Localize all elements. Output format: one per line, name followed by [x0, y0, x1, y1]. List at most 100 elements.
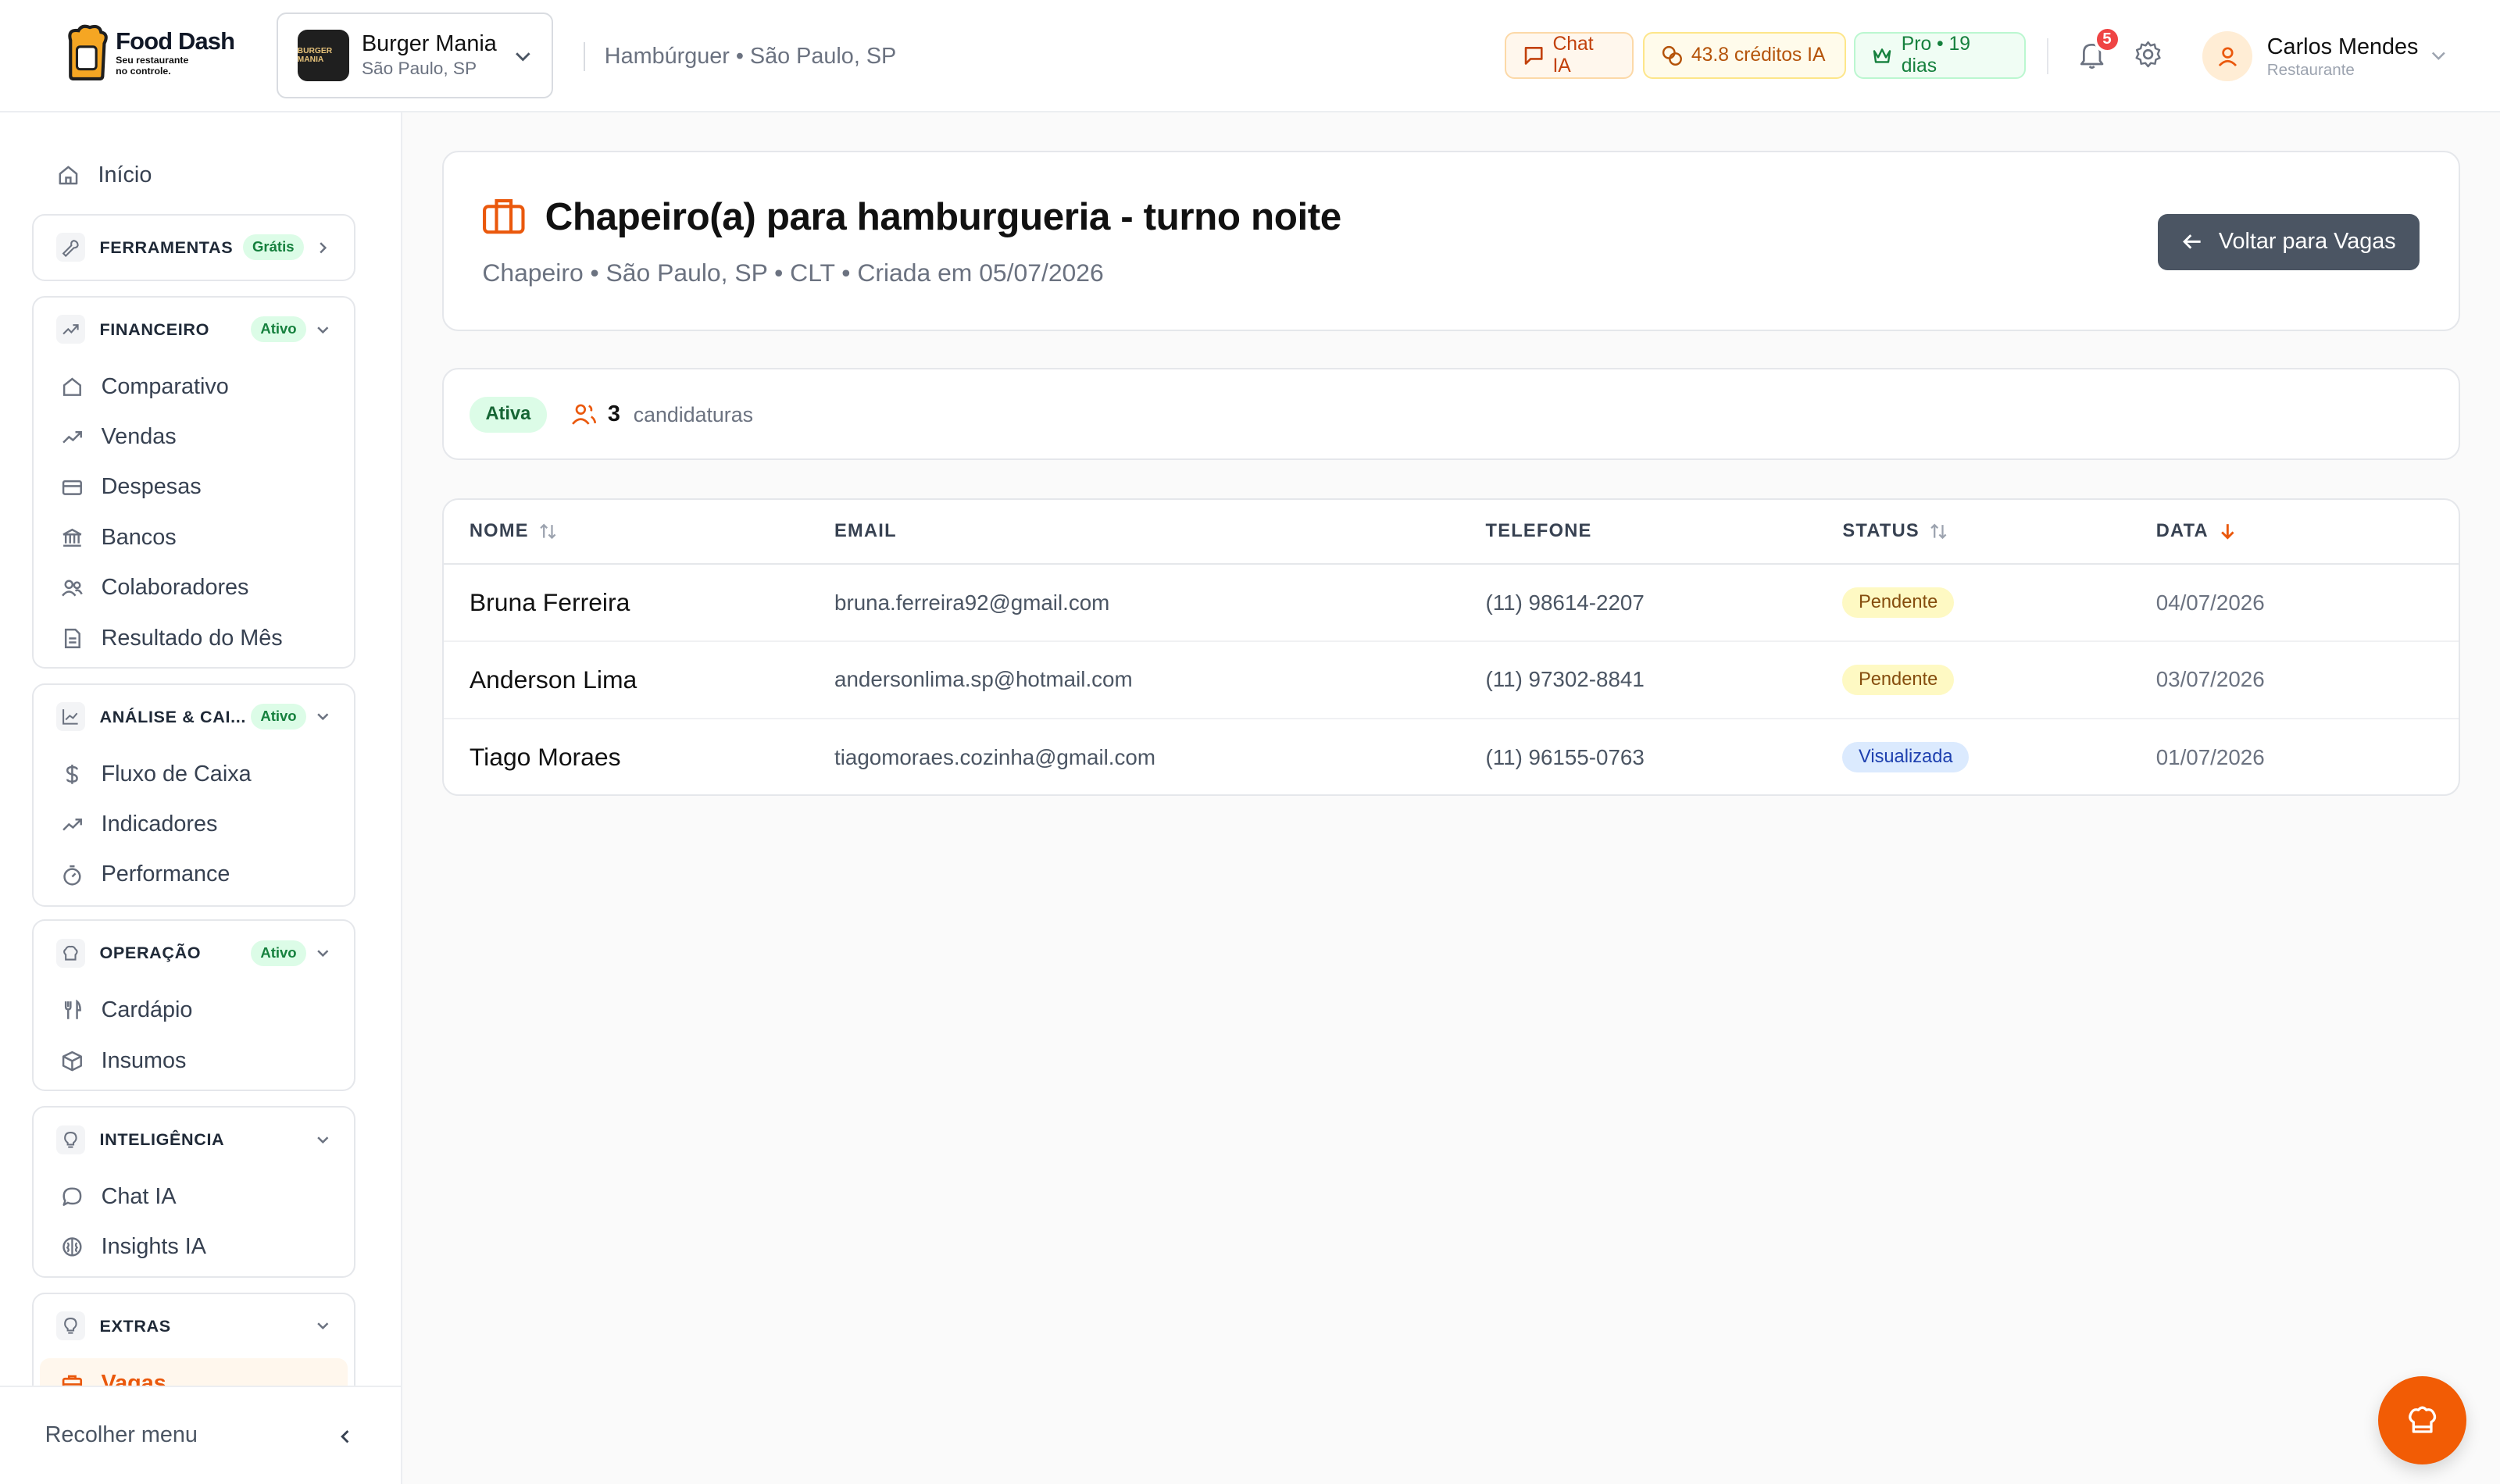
applicant-email: andersonlima.sp@hotmail.com	[834, 641, 1486, 719]
home-icon	[59, 166, 78, 185]
group-header-inteligencia[interactable]: INTELIGÊNCIA	[34, 1108, 354, 1172]
application-date: 04/07/2026	[2155, 564, 2459, 643]
sidebar-item-label: Comparativo	[101, 373, 229, 399]
status-badge: Grátis	[242, 234, 304, 261]
chat-ia-button[interactable]: Chat IA	[1505, 32, 1634, 79]
user-role: Restaurante	[2266, 60, 2355, 79]
sidebar-item-resultado[interactable]: Resultado do Mês	[34, 613, 354, 663]
status-badge: Ativo	[250, 316, 306, 343]
column-label: DATA	[2155, 521, 2209, 542]
group-label: FERRAMENTAS	[99, 237, 234, 257]
breadcrumb-divider	[584, 41, 586, 71]
sidebar-item-fluxo-caixa[interactable]: Fluxo de Caixa	[34, 749, 354, 799]
app-root: Food Dash Seu restaurante no controle. B…	[0, 0, 2500, 1484]
sidebar-item-despesas[interactable]: Despesas	[34, 462, 354, 512]
column-header-name[interactable]: NOME	[470, 521, 558, 542]
store-selector[interactable]: BURGER MANIA Burger Mania São Paulo, SP	[276, 12, 553, 98]
column-header-date[interactable]: DATA	[2156, 521, 2238, 542]
chevron-down-icon	[515, 52, 530, 62]
collapse-menu-button[interactable]: Recolher menu	[0, 1385, 401, 1484]
sidebar-item-bancos[interactable]: Bancos	[34, 512, 354, 562]
chevron-left-icon	[341, 1430, 349, 1443]
applications-count: 3	[607, 401, 620, 427]
job-status-badge: Ativa	[469, 397, 547, 433]
sidebar-item-label: Resultado do Mês	[101, 625, 283, 651]
users-icon	[571, 405, 596, 426]
sidebar-group-operacao: OPERAÇÃO Ativo Cardápio Insumos	[32, 919, 355, 1092]
gear-icon[interactable]	[2132, 38, 2164, 70]
file-text-icon	[65, 628, 81, 648]
sidebar-item-label: Início	[98, 162, 152, 187]
sidebar-item-indicadores[interactable]: Indicadores	[34, 799, 354, 849]
sidebar-item-vendas[interactable]: Vendas	[34, 412, 354, 462]
ai-credits-label: 43.8 créditos IA	[1691, 44, 1826, 66]
user-menu[interactable]: Carlos Mendes Restaurante	[2202, 29, 2459, 84]
applicant-phone: (11) 96155-0763	[1485, 744, 1645, 769]
column-label: STATUS	[1842, 521, 1920, 542]
brand-logo[interactable]: Food Dash Seu restaurante no controle.	[64, 24, 235, 82]
assistant-fab-button[interactable]	[2377, 1375, 2466, 1464]
applicant-email: tiagomoraes.cozinha@gmail.com	[834, 744, 1155, 769]
home-icon	[63, 377, 82, 396]
table-row[interactable]: Anderson Lima andersonlima.sp@hotmail.co…	[443, 641, 2459, 719]
sidebar-item-label: Insights IA	[101, 1234, 207, 1260]
group-header-tools[interactable]: FERRAMENTAS Grátis	[34, 216, 354, 280]
applicant-name: Tiago Moraes	[469, 743, 621, 772]
timer-icon	[63, 865, 81, 886]
dollar-icon	[66, 764, 78, 784]
trending-up-icon	[55, 315, 85, 344]
store-name: Burger Mania	[361, 31, 497, 57]
group-header-operacao[interactable]: OPERAÇÃO Ativo	[34, 921, 354, 985]
sidebar-item-insights-ia[interactable]: Insights IA	[34, 1222, 354, 1272]
plan-label: Pro • 19 dias	[1901, 34, 1971, 77]
brand-tagline-2: no controle.	[116, 66, 171, 77]
applicant-name: Anderson Lima	[443, 641, 835, 719]
job-header-card: Chapeiro(a) para hamburgueria - turno no…	[441, 151, 2460, 331]
sidebar-item-cardapio[interactable]: Cardápio	[34, 985, 354, 1035]
ai-credits-button[interactable]: 43.8 créditos IA	[1643, 32, 1846, 79]
back-to-jobs-button[interactable]: Voltar para Vagas	[2157, 213, 2420, 270]
sidebar-item-comparativo[interactable]: Comparativo	[34, 362, 354, 412]
chevron-down-icon	[317, 326, 329, 334]
job-status-card: Ativa 3 candidaturas	[441, 368, 2460, 460]
top-bar: Food Dash Seu restaurante no controle. B…	[0, 0, 2500, 113]
brand-name: Food Dash	[116, 27, 235, 55]
sidebar-item-performance[interactable]: Performance	[34, 850, 354, 900]
crown-icon	[1873, 48, 1891, 63]
plan-badge-button[interactable]: Pro • 19 dias	[1853, 32, 2027, 79]
sidebar-item-home[interactable]: Início	[32, 155, 152, 197]
arrow-left-icon	[2182, 234, 2201, 249]
group-label: INTELIGÊNCIA	[99, 1129, 225, 1150]
trending-up-icon	[62, 431, 83, 444]
message-circle-icon	[62, 1187, 82, 1206]
table-row[interactable]: Bruna Ferreira bruna.ferreira92@gmail.co…	[443, 564, 2459, 643]
sidebar-item-chat-ia[interactable]: Chat IA	[34, 1172, 354, 1222]
chat-ia-label: Chat IA	[1552, 34, 1594, 77]
sidebar-group-tools: FERRAMENTAS Grátis	[32, 213, 355, 281]
sidebar-item-colaboradores[interactable]: Colaboradores	[34, 563, 354, 613]
users-icon	[62, 580, 83, 597]
group-label: OPERAÇÃO	[99, 943, 202, 963]
applicant-email: bruna.ferreira92@gmail.com	[834, 564, 1486, 643]
sidebar-item-insumos[interactable]: Insumos	[34, 1036, 354, 1086]
column-label: TELEFONE	[1485, 521, 1592, 542]
application-date: 01/07/2026	[2155, 744, 2265, 769]
group-header-analise[interactable]: ANÁLISE & CAI... Ativo	[34, 685, 354, 749]
status-badge: Ativo	[250, 940, 306, 966]
status-badge: Ativo	[250, 704, 306, 730]
back-button-label: Voltar para Vagas	[2218, 229, 2396, 255]
group-label: EXTRAS	[99, 1315, 171, 1336]
bank-icon	[62, 528, 82, 547]
brain-icon	[62, 1237, 82, 1257]
chevron-down-icon	[317, 1136, 329, 1143]
sidebar-item-label: Despesas	[101, 474, 202, 500]
coins-icon	[1662, 45, 1682, 66]
column-header-status[interactable]: STATUS	[1842, 521, 1948, 542]
header-divider	[2046, 38, 2048, 74]
chef-hat-icon	[2408, 1406, 2436, 1433]
group-header-extras[interactable]: EXTRAS	[34, 1294, 354, 1358]
job-meta: Chapeiro • São Paulo, SP • CLT • Criada …	[482, 259, 1104, 287]
group-header-financeiro[interactable]: FINANCEIRO Ativo	[34, 298, 354, 362]
message-square-icon	[1524, 46, 1543, 65]
table-row[interactable]: Tiago Moraes tiagomoraes.cozinha@gmail.c…	[444, 719, 2459, 794]
